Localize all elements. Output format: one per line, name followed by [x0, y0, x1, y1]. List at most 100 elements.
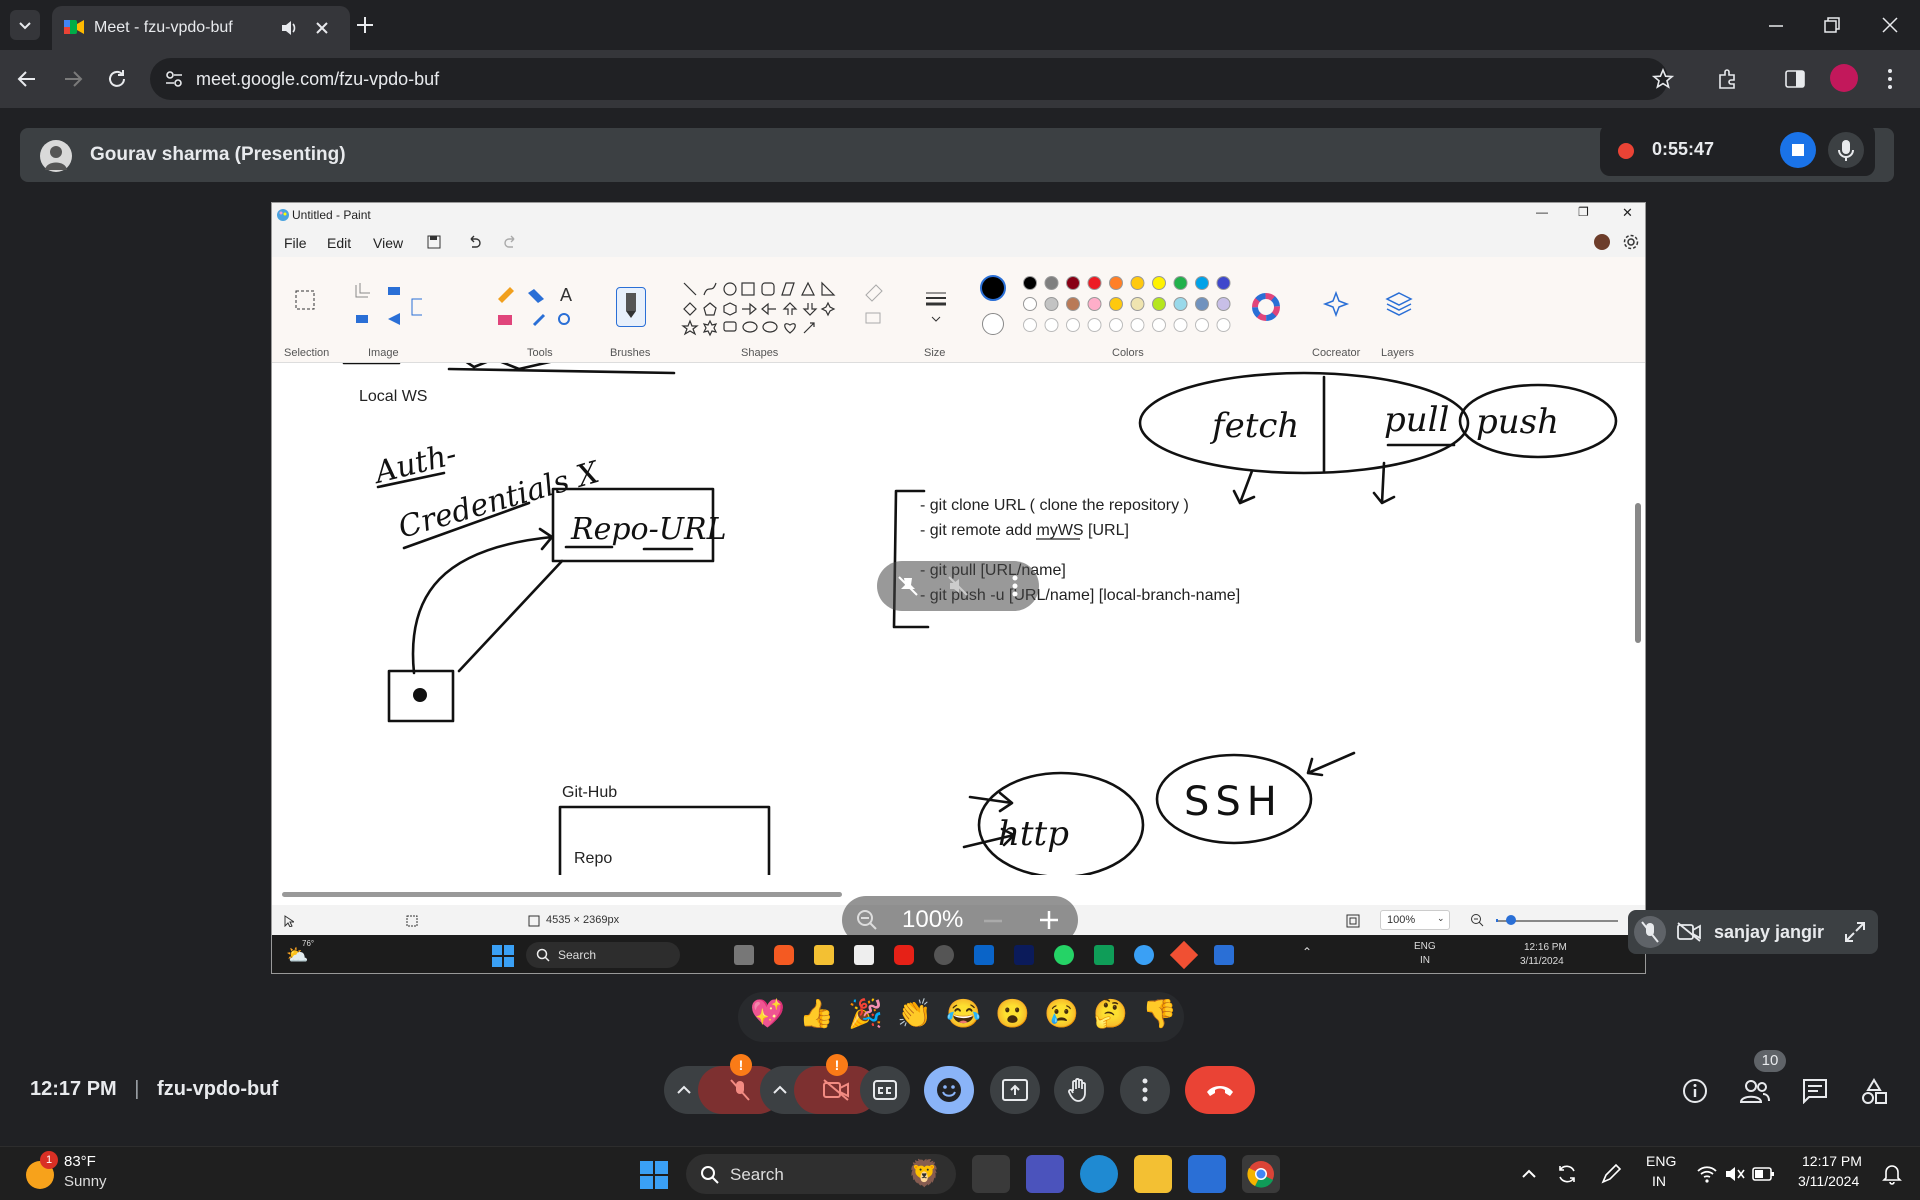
palette-color-swatch[interactable] — [1109, 276, 1123, 290]
inner-explorer-icon[interactable] — [814, 945, 834, 965]
menu-file[interactable]: File — [284, 235, 307, 251]
site-info-icon[interactable] — [164, 69, 184, 89]
zoom-slider[interactable] — [1498, 920, 1618, 922]
edit-colors-icon[interactable] — [1252, 293, 1280, 321]
palette-color-swatch[interactable] — [1152, 318, 1166, 332]
activities-icon[interactable] — [1860, 1078, 1888, 1106]
inner-brave-icon[interactable] — [774, 945, 794, 965]
mute-overlay-icon[interactable] — [947, 575, 969, 597]
profile-avatar[interactable] — [1830, 64, 1858, 92]
taskbar-lang[interactable]: ENG — [1646, 1153, 1676, 1169]
palette-color-swatch[interactable] — [1216, 318, 1231, 332]
minimize-icon[interactable] — [1766, 15, 1786, 35]
zoom-slider-thumb[interactable] — [1506, 915, 1516, 925]
sync-icon[interactable] — [1556, 1163, 1578, 1185]
settings-gear-icon[interactable] — [1623, 234, 1639, 250]
palette-color-swatch[interactable] — [1216, 276, 1231, 290]
reaction-emoji[interactable]: 😢 — [1044, 997, 1079, 1030]
raise-hand-button[interactable] — [1054, 1066, 1104, 1114]
inner-sheets-icon[interactable] — [1094, 945, 1114, 965]
windows-start-icon[interactable] — [640, 1161, 668, 1189]
speaker-icon[interactable] — [280, 19, 298, 37]
layers-icon[interactable] — [1384, 289, 1414, 319]
tab-search-button[interactable] — [10, 10, 40, 40]
palette-color-swatch[interactable] — [1109, 297, 1123, 311]
inner-media-icon[interactable] — [934, 945, 954, 965]
close-tab-icon[interactable] — [314, 20, 330, 36]
reaction-emoji[interactable]: 👎 — [1142, 997, 1177, 1030]
inner-windows-icon[interactable] — [492, 945, 514, 967]
palette-color-swatch[interactable] — [1173, 318, 1188, 332]
close-window-icon[interactable] — [1880, 15, 1900, 35]
zoom-plus-icon[interactable] — [1038, 909, 1060, 931]
participant-tile[interactable]: sanjay jangir — [1628, 910, 1878, 954]
chrome-taskbar-button[interactable] — [1242, 1155, 1280, 1193]
present-button[interactable] — [990, 1066, 1040, 1114]
color-1-swatch[interactable] — [980, 275, 1006, 301]
notification-bell-icon[interactable] — [1882, 1163, 1902, 1185]
inner-whatsapp-icon[interactable] — [1054, 945, 1074, 965]
menu-edit[interactable]: Edit — [327, 235, 351, 251]
chat-icon[interactable] — [1802, 1078, 1828, 1104]
reactions-button[interactable] — [924, 1066, 974, 1114]
more-options-button[interactable] — [1120, 1066, 1170, 1114]
people-icon[interactable] — [1740, 1078, 1770, 1104]
palette-color-swatch[interactable] — [1044, 297, 1059, 311]
overlay-more-icon[interactable] — [1011, 575, 1019, 597]
inner-taskview-icon[interactable] — [734, 945, 754, 965]
save-icon[interactable] — [427, 235, 441, 249]
reaction-emoji[interactable]: 😮 — [995, 997, 1030, 1030]
mic-button[interactable] — [1828, 132, 1864, 168]
task-view-icon[interactable] — [972, 1155, 1010, 1193]
battery-icon[interactable] — [1752, 1165, 1776, 1183]
taskbar-time[interactable]: 12:17 PM — [1802, 1153, 1862, 1169]
palette-color-swatch[interactable] — [1173, 297, 1188, 311]
mic-options-chevron-icon[interactable] — [674, 1080, 694, 1100]
palette-color-swatch[interactable] — [1087, 297, 1102, 311]
reaction-emoji[interactable]: 😂 — [946, 997, 981, 1030]
inner-outlook-icon[interactable] — [974, 945, 994, 965]
file-explorer-icon[interactable] — [1134, 1155, 1172, 1193]
vertical-scrollbar[interactable] — [1635, 503, 1641, 643]
menu-view[interactable]: View — [373, 235, 403, 251]
redo-icon[interactable] — [504, 235, 518, 249]
palette-color-swatch[interactable] — [1066, 297, 1080, 311]
tab-meet[interactable]: Meet - fzu-vpdo-buf — [52, 6, 350, 50]
palette-color-swatch[interactable] — [1195, 318, 1209, 332]
reaction-emoji[interactable]: 🎉 — [848, 997, 883, 1030]
palette-color-swatch[interactable] — [1044, 276, 1059, 290]
palette-color-swatch[interactable] — [1130, 297, 1145, 311]
palette-color-swatch[interactable] — [1130, 276, 1145, 290]
inner-paint-icon[interactable] — [1214, 945, 1234, 965]
taskbar-search-box[interactable]: Search 🦁 — [686, 1154, 956, 1194]
tray-chevron-icon[interactable] — [1520, 1165, 1538, 1183]
horizontal-scrollbar[interactable] — [282, 892, 842, 897]
palette-color-swatch[interactable] — [1044, 318, 1059, 332]
color-2-swatch[interactable] — [982, 313, 1004, 335]
fit-icon[interactable] — [1346, 914, 1360, 928]
bookmark-star-icon[interactable] — [1652, 68, 1674, 90]
leave-call-button[interactable] — [1185, 1066, 1255, 1114]
inner-store-icon[interactable] — [854, 945, 874, 965]
palette-color-swatch[interactable] — [1152, 276, 1166, 290]
inner-browser-icon[interactable] — [1134, 945, 1154, 965]
shape-outline-fill-icon[interactable] — [862, 281, 892, 331]
palette-color-swatch[interactable] — [1023, 318, 1037, 332]
zoom-minus-icon[interactable] — [982, 910, 1004, 932]
menu-kebab-icon[interactable] — [1886, 68, 1894, 90]
side-panel-icon[interactable] — [1784, 68, 1806, 90]
shapes-gallery-icon[interactable] — [680, 279, 840, 341]
reaction-emoji[interactable]: 💖 — [750, 997, 785, 1030]
reaction-emoji[interactable]: 🤔 — [1093, 997, 1128, 1030]
forward-icon[interactable] — [62, 68, 84, 90]
ms-store-icon[interactable] — [1188, 1155, 1226, 1193]
palette-color-swatch[interactable] — [1066, 276, 1080, 290]
paint-minimize-icon[interactable]: — — [1536, 205, 1548, 219]
paint-canvas[interactable]: Local WS Auth- Credentials X Repo-URL - … — [294, 363, 1629, 875]
reload-icon[interactable] — [106, 68, 128, 90]
expand-icon[interactable] — [1844, 921, 1866, 943]
paint-restore-icon[interactable]: ❐ — [1578, 205, 1589, 219]
palette-color-swatch[interactable] — [1087, 318, 1102, 332]
teams-icon[interactable] — [1026, 1155, 1064, 1193]
inner-git-icon[interactable] — [1169, 940, 1199, 970]
